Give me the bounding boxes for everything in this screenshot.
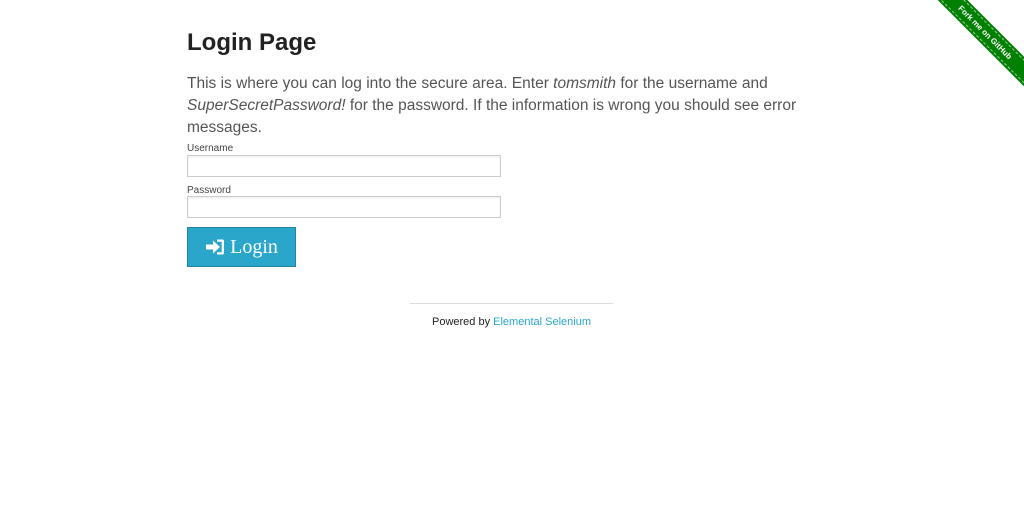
footer: Powered by Elemental Selenium [410,316,613,328]
github-ribbon[interactable]: Fork me on GitHub [924,0,1024,100]
instructions-text-1: This is where you can log into the secur… [187,75,554,92]
password-label: Password [187,185,231,196]
footer-divider [410,303,613,304]
login-button[interactable]: Login [187,227,296,267]
elemental-selenium-link[interactable]: Elemental Selenium [493,316,591,328]
username-hint: tomsmith [553,75,617,92]
login-instructions: This is where you can log into the secur… [187,73,797,139]
password-hint: SuperSecretPassword! [187,97,346,114]
instructions-text-2: for the username and [616,75,768,92]
password-input[interactable] [187,196,501,218]
sign-in-icon [205,238,225,256]
login-button-label: Login [230,235,278,258]
fork-me-on-github-link[interactable]: Fork me on GitHub [927,0,1024,91]
footer-powered-by: Powered by [432,316,494,328]
username-input[interactable] [187,155,501,177]
username-label: Username [187,143,234,154]
page-title: Login Page [187,29,317,56]
